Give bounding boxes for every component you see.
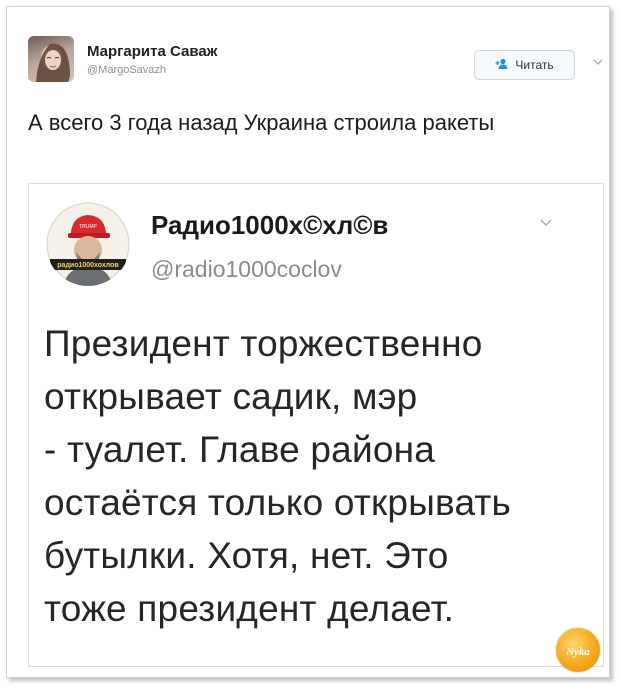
watermark-logo: Nyka xyxy=(556,628,600,672)
author-handle[interactable]: @MargoSavazh xyxy=(87,64,166,76)
quoted-tweet-text: Президент торжественно открывает садик, … xyxy=(44,317,594,635)
author-avatar[interactable] xyxy=(28,36,74,82)
add-user-icon xyxy=(495,58,509,73)
tweet-text: А всего 3 года назад Украина строила рак… xyxy=(28,110,495,135)
svg-text:радио1000хохлов: радио1000хохлов xyxy=(57,262,119,269)
quoted-text-line: бутылки. Хотя, нет. Это xyxy=(44,535,449,576)
follow-label: Читать xyxy=(515,58,554,72)
tweet-card: Маргарита Саваж @MargoSavazh Читать А вс… xyxy=(6,6,610,678)
svg-text:TRUMP: TRUMP xyxy=(79,224,97,230)
quoted-text-line: остаётся только открывать xyxy=(44,482,512,523)
quoted-text-line: - туалет. Главе района xyxy=(44,429,436,470)
quoted-author-avatar[interactable]: TRUMP радио1000хохлов xyxy=(46,202,130,286)
follow-button[interactable]: Читать xyxy=(474,50,575,80)
quoted-text-line: тоже президент делает. xyxy=(44,588,455,629)
quoted-text-line: открывает садик, мэр xyxy=(44,376,418,417)
quoted-tweet[interactable]: TRUMP радио1000хохлов Радио1000х©хл©в @r… xyxy=(28,183,604,667)
quoted-text-line: Президент торжественно xyxy=(44,323,483,364)
quoted-author-handle[interactable]: @radio1000coclov xyxy=(151,256,342,283)
author-name[interactable]: Маргарита Саваж xyxy=(87,43,217,60)
chevron-down-icon[interactable] xyxy=(591,55,605,69)
quoted-author-name[interactable]: Радио1000х©хл©в xyxy=(151,210,388,241)
quoted-chevron-down-icon[interactable] xyxy=(538,214,554,230)
svg-text:Nyka: Nyka xyxy=(565,646,590,658)
